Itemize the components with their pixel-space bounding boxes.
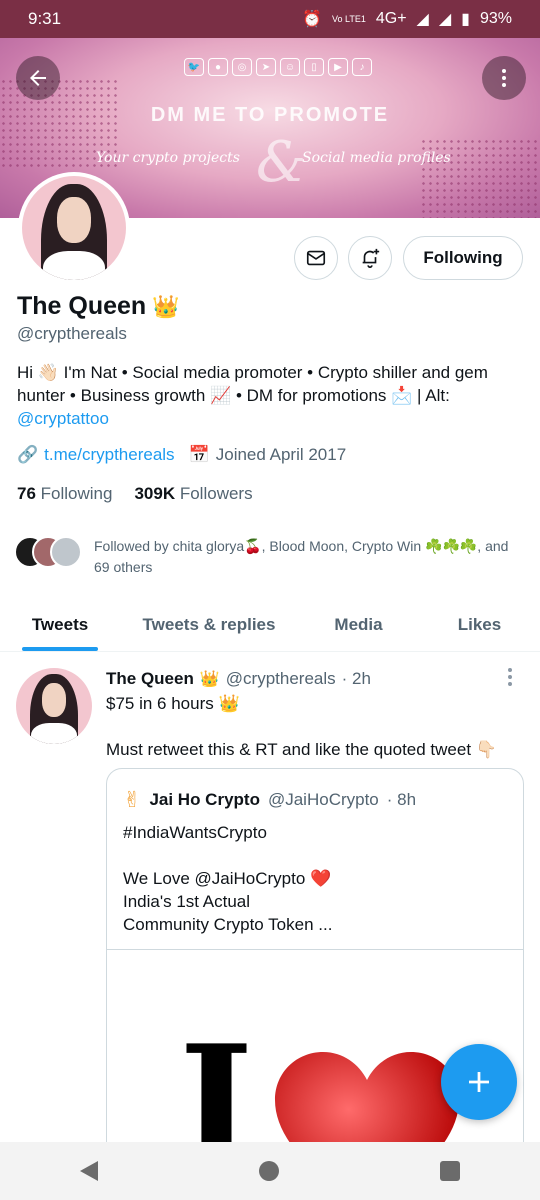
- followers-count-link[interactable]: 309K Followers: [134, 484, 252, 504]
- follow-counts: 76 Following 309K Followers: [17, 484, 253, 504]
- nav-home-icon[interactable]: [258, 1161, 279, 1181]
- tweet-time: · 2h: [341, 669, 371, 688]
- profile-url[interactable]: 🔗 t.me/crypthereals: [17, 445, 175, 465]
- tab-tweets[interactable]: Tweets: [0, 598, 120, 651]
- following-count-link[interactable]: 76 Following: [17, 484, 112, 504]
- youtube-icon: ▶: [328, 58, 348, 76]
- bio-text: Hi 👋🏻 I'm Nat • Social media promoter • …: [17, 363, 488, 405]
- status-icons: ⏰ Vo LTE1 4G+ ◢ ◢ ▮ 93%: [302, 9, 512, 29]
- tab-likes[interactable]: Likes: [419, 598, 540, 651]
- quote-line3: Community Crypto Token ...: [123, 915, 333, 934]
- arrow-left-icon: [30, 70, 46, 86]
- message-button[interactable]: [294, 236, 338, 280]
- status-bar: 9:31 ⏰ Vo LTE1 4G+ ◢ ◢ ▮ 93%: [0, 0, 540, 38]
- following-button[interactable]: Following: [403, 236, 523, 280]
- banner-social-icons: 🐦 ● ◎ ➤ ☺ ▯ ▶ ♪: [184, 58, 372, 76]
- tweet-avatar[interactable]: [16, 668, 92, 744]
- followed-by-text: Followed by chita glorya🍒, Blood Moon, C…: [94, 538, 509, 575]
- profile-bio: Hi 👋🏻 I'm Nat • Social media promoter • …: [17, 361, 517, 430]
- tab-media[interactable]: Media: [298, 598, 419, 651]
- plus-icon: [469, 1072, 489, 1092]
- telegram-icon: ➤: [256, 58, 276, 76]
- banner-subtitle-right: Social media profiles: [302, 150, 451, 166]
- link-icon: 🔗: [17, 445, 39, 464]
- quote-line2: India's 1st Actual: [123, 892, 251, 911]
- signal-icon: ◢: [416, 11, 429, 28]
- tweet-header: The Queen 👑 @crypthereals · 2h: [106, 669, 371, 689]
- nav-back-icon[interactable]: [80, 1161, 99, 1181]
- bell-plus-icon: [362, 248, 380, 268]
- quote-handle: @JaiHoCrypto: [267, 790, 379, 809]
- joined-date: 📅 Joined April 2017: [189, 445, 347, 465]
- quote-line1: We Love @JaiHoCrypto ❤️: [123, 869, 332, 888]
- profile-avatar[interactable]: [18, 172, 130, 284]
- signal-icon-2: ◢: [438, 11, 452, 28]
- alarm-icon: ⏰: [302, 11, 322, 28]
- tweet-more-button[interactable]: [508, 668, 512, 686]
- quote-time: · 8h: [386, 790, 417, 809]
- network-label: 4G+: [375, 10, 407, 27]
- bio-alt-link[interactable]: @cryptattoo: [17, 407, 517, 430]
- nav-recents-icon[interactable]: [439, 1161, 460, 1181]
- twitter-icon: 🐦: [184, 58, 204, 76]
- mini-avatar: [50, 536, 82, 568]
- twitch-icon: ▯: [304, 58, 324, 76]
- tiktok-icon: ♪: [352, 58, 372, 76]
- crown-icon: 👑: [199, 671, 220, 688]
- instagram-icon: ◎: [232, 58, 252, 76]
- tab-tweets-replies[interactable]: Tweets & replies: [120, 598, 298, 651]
- profile-url-text[interactable]: t.me/crypthereals: [44, 445, 174, 465]
- profile-handle: @crypthereals: [17, 324, 127, 343]
- battery-icon: ▮: [461, 11, 470, 28]
- volte-label: Vo LTE1: [331, 14, 366, 24]
- quote-header: ✌ Jai Ho Crypto @JaiHoCrypto · 8h: [123, 787, 416, 813]
- victory-hand-icon: ✌: [123, 787, 142, 812]
- banner-headline: DM ME TO PROMOTE: [150, 104, 390, 126]
- envelope-icon: [306, 250, 326, 266]
- followed-by-avatars: [14, 536, 84, 570]
- tweet-author[interactable]: The Queen: [106, 669, 194, 689]
- more-options-button[interactable]: [482, 56, 526, 100]
- followed-by[interactable]: Followed by chita glorya🍒, Blood Moon, C…: [14, 536, 524, 578]
- discord-icon: ●: [208, 58, 228, 76]
- notifications-button[interactable]: [348, 236, 392, 280]
- profile-tabs: Tweets Tweets & replies Media Likes: [0, 598, 540, 652]
- display-name: The Queen: [17, 292, 147, 320]
- quote-body: #IndiaWantsCrypto We Love @JaiHoCrypto ❤…: [123, 821, 503, 936]
- tweet-handle: @crypthereals: [225, 669, 336, 688]
- battery-level: 93%: [479, 10, 512, 27]
- tweet-text-line1: $75 in 6 hours 👑: [106, 694, 240, 713]
- quote-author: Jai Ho Crypto: [149, 790, 260, 809]
- calendar-icon: 📅: [188, 445, 210, 464]
- clock: 9:31: [28, 9, 62, 28]
- banner-ampersand: &: [256, 130, 306, 195]
- tweet-text-line2: Must retweet this & RT and like the quot…: [106, 740, 497, 759]
- quote-hashtag[interactable]: #IndiaWantsCrypto: [123, 821, 503, 844]
- back-button[interactable]: [16, 56, 60, 100]
- banner-subtitle-left: Your crypto projects: [96, 150, 240, 166]
- compose-tweet-button[interactable]: [441, 1044, 517, 1120]
- joined-text: Joined April 2017: [215, 445, 347, 464]
- avatar-image: [22, 176, 126, 280]
- system-navigation-bar: [0, 1142, 540, 1200]
- profile-name: The Queen 👑: [17, 292, 180, 321]
- more-dot-icon: [502, 69, 506, 73]
- avatar-image: [16, 668, 92, 744]
- crown-icon: 👑: [152, 293, 180, 319]
- profile-meta: 🔗 t.me/crypthereals 📅 Joined April 2017: [17, 445, 346, 465]
- reddit-icon: ☺: [280, 58, 300, 76]
- more-dot-icon: [508, 668, 512, 672]
